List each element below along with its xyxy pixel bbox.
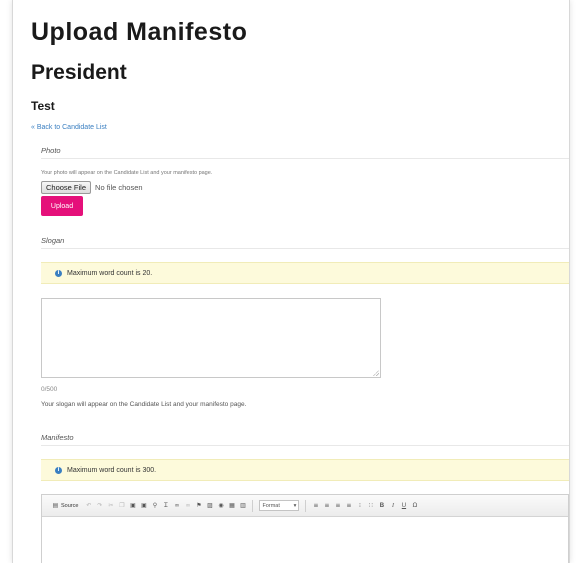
numbered-list-icon[interactable]: ⁝ [356, 502, 363, 509]
slogan-section-label: Slogan [41, 236, 65, 245]
underline-button[interactable]: U [400, 503, 407, 509]
link-icon[interactable]: ∞ [173, 502, 180, 509]
anchor-icon[interactable]: ⚑ [195, 502, 202, 509]
photo-section-label: Photo [41, 146, 61, 155]
position-title: President [31, 61, 127, 84]
back-to-candidate-list-link[interactable]: « Back to Candidate List [31, 124, 107, 131]
undo-icon[interactable]: ↶ [85, 502, 92, 509]
file-picker: Choose File No file chosen [41, 181, 143, 194]
editor-toolbar: ▤ Source ↶ ↷ ✂ ❐ ▣ ▣ ⚲ Ꮖ ∞ ∞ ⚑ ▨ ◉ ▦ ▥ F… [42, 495, 568, 517]
page-title: Upload Manifesto [31, 18, 248, 46]
find-icon[interactable]: ⚲ [151, 502, 158, 509]
photo-help-text: Your photo will appear on the Candidate … [41, 170, 213, 176]
paste-text-icon[interactable]: ▣ [140, 502, 147, 509]
calendar-icon[interactable]: ▥ [239, 502, 246, 509]
file-status: No file chosen [95, 183, 143, 192]
page-frame: Upload Manifesto President Test « Back t… [12, 0, 570, 563]
align-center-icon[interactable]: ≡ [323, 502, 330, 509]
candidate-name: Test [31, 99, 55, 113]
choose-file-button[interactable]: Choose File [41, 181, 92, 194]
photo-divider [41, 158, 569, 159]
align-right-icon[interactable]: ≡ [334, 502, 341, 509]
manifesto-section-label: Manifesto [41, 433, 74, 442]
remove-format-icon[interactable]: Ꮖ [162, 502, 169, 509]
format-dropdown[interactable]: Format ▾ [259, 500, 300, 511]
source-label: Source [61, 502, 79, 509]
slogan-divider [41, 248, 569, 249]
special-character-icon[interactable]: Ω [411, 502, 418, 509]
toolbar-separator [252, 499, 254, 512]
paste-icon[interactable]: ▣ [129, 502, 136, 509]
image-icon[interactable]: ▨ [206, 502, 213, 509]
info-icon: i [55, 269, 62, 277]
align-left-icon[interactable]: ≡ [312, 502, 319, 509]
manifesto-word-limit-notice: i Maximum word count is 300. [41, 459, 569, 481]
slogan-textarea[interactable] [41, 298, 381, 378]
manifesto-divider [41, 445, 569, 446]
table-icon[interactable]: ▦ [228, 502, 235, 509]
info-icon: i [55, 466, 62, 474]
slogan-help-text: Your slogan will appear on the Candidate… [41, 401, 247, 408]
flash-icon[interactable]: ◉ [217, 502, 224, 509]
toolbar-separator [305, 499, 307, 512]
bulleted-list-icon[interactable]: ∷ [367, 502, 374, 509]
slogan-notice-text: Maximum word count is 20. [67, 269, 153, 277]
unlink-icon[interactable]: ∞ [184, 502, 191, 509]
bold-button[interactable]: B [378, 503, 385, 509]
chevron-down-icon: ▾ [293, 502, 297, 509]
align-justify-icon[interactable]: ≡ [345, 502, 352, 509]
slogan-word-limit-notice: i Maximum word count is 20. [41, 262, 569, 284]
resize-grip-icon[interactable] [373, 370, 379, 376]
manifesto-notice-text: Maximum word count is 300. [67, 466, 157, 474]
source-icon: ▤ [52, 501, 59, 509]
manifesto-rich-text-editor[interactable]: ▤ Source ↶ ↷ ✂ ❐ ▣ ▣ ⚲ Ꮖ ∞ ∞ ⚑ ▨ ◉ ▦ ▥ F… [41, 494, 569, 563]
slogan-char-count: 0/500 [41, 386, 58, 393]
cut-icon[interactable]: ✂ [107, 502, 114, 509]
upload-button[interactable]: Upload [41, 196, 83, 216]
copy-icon[interactable]: ❐ [118, 502, 125, 509]
format-label: Format [262, 502, 280, 509]
redo-icon[interactable]: ↷ [96, 502, 103, 509]
source-button[interactable]: ▤ Source [52, 501, 81, 509]
italic-button[interactable]: I [389, 503, 396, 509]
